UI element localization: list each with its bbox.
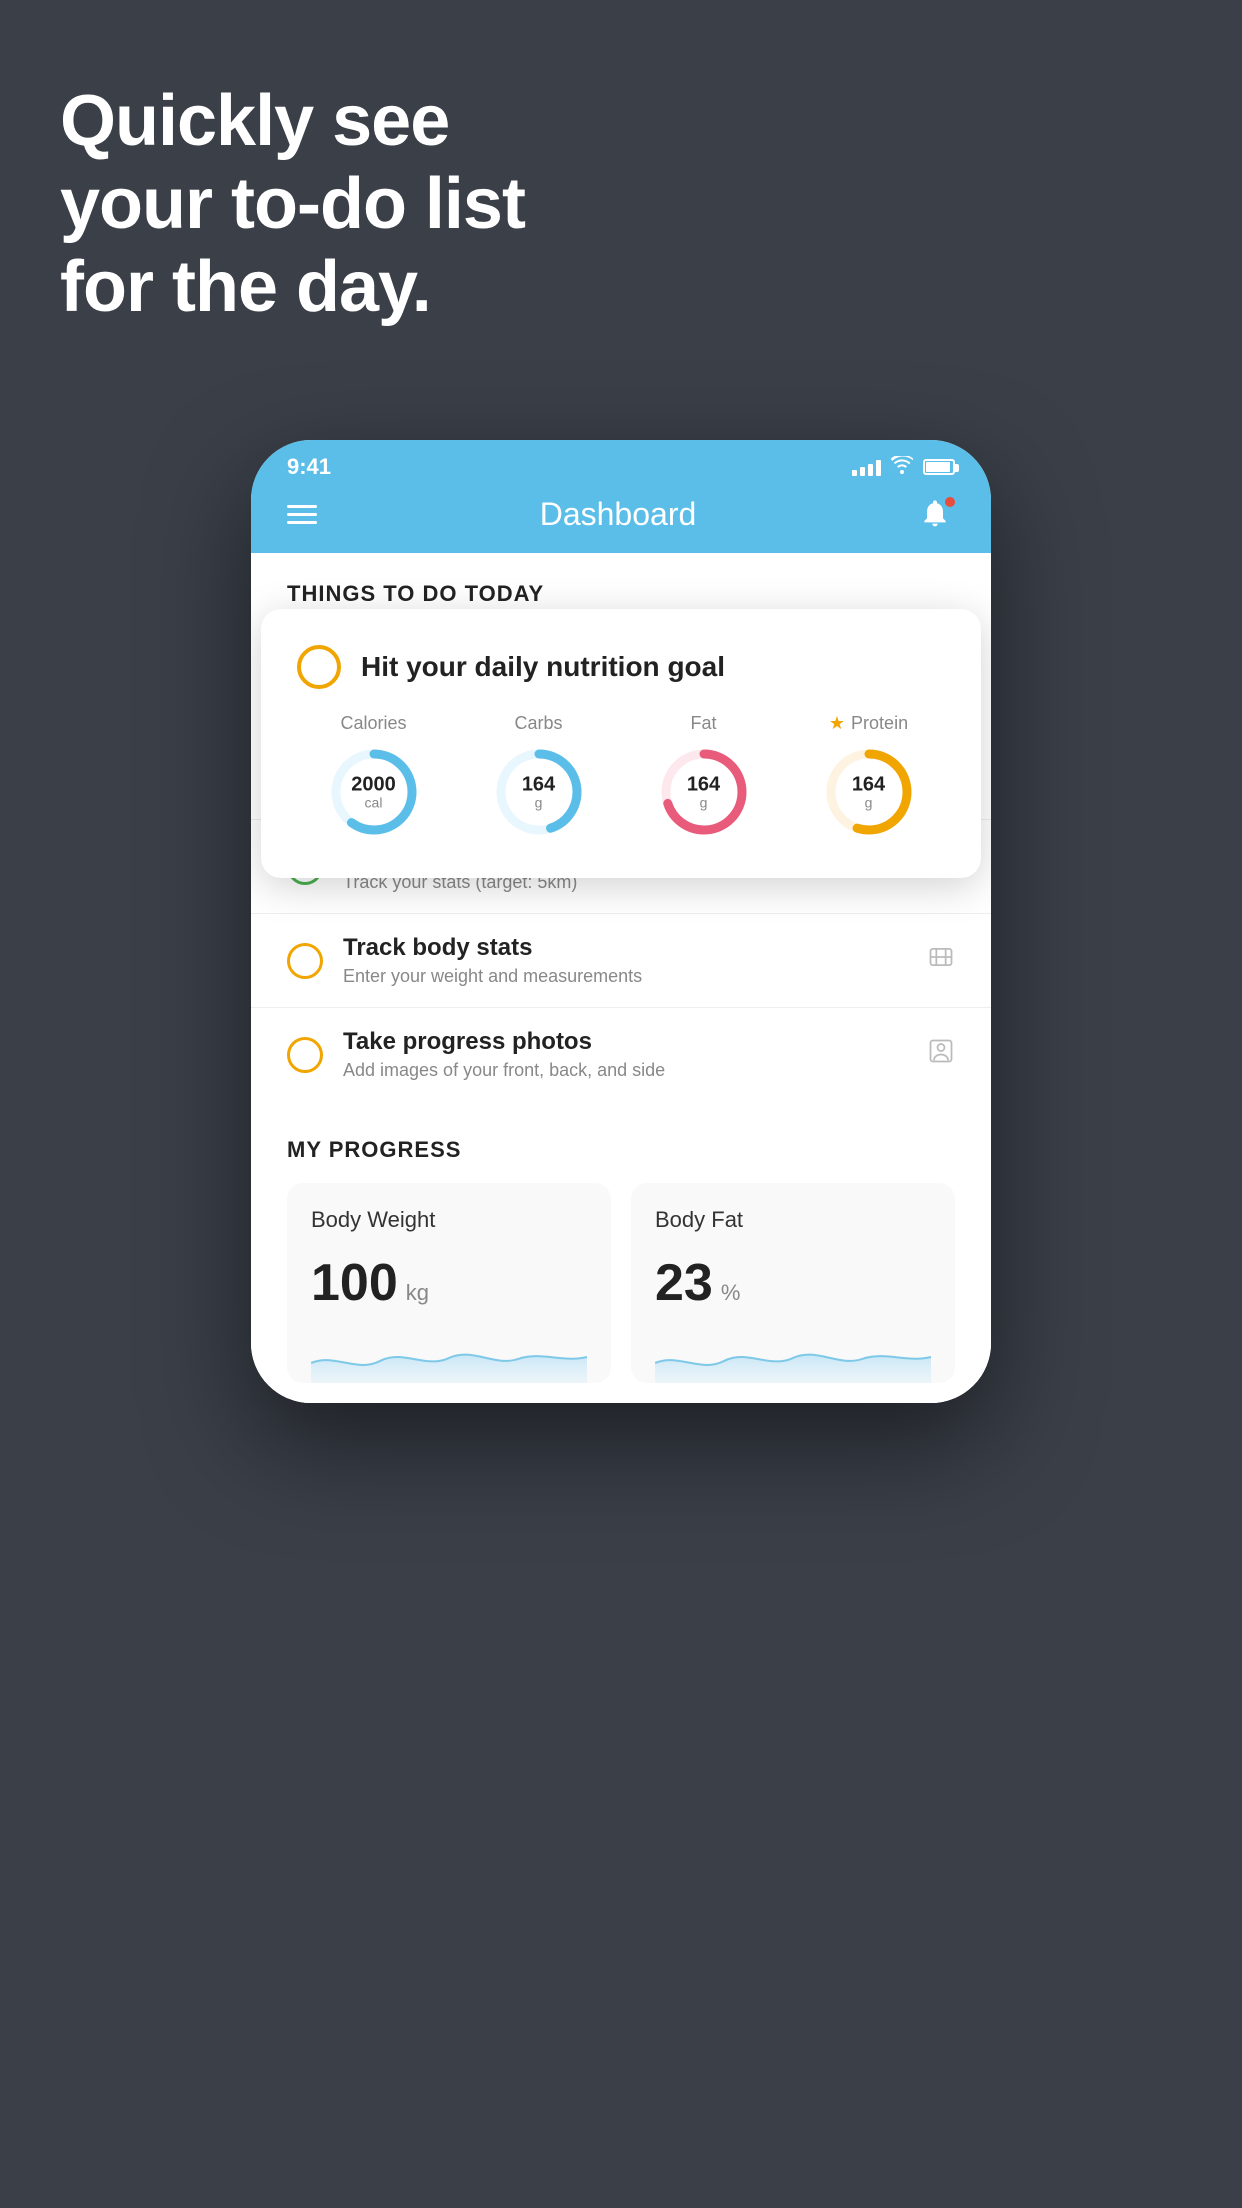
nutrition-label: Fat (690, 713, 716, 734)
donut-chart: 164 g (489, 742, 589, 842)
phone-content: THINGS TO DO TODAY Hit your daily nutrit… (251, 553, 991, 1403)
todo-subtitle: Add images of your front, back, and side (343, 1060, 907, 1081)
todo-text: Track body stats Enter your weight and m… (343, 934, 907, 987)
star-icon: ★ (829, 713, 845, 734)
nutrition-label: Carbs (514, 713, 562, 734)
progress-card-title: Body Weight (311, 1207, 587, 1233)
progress-value: 23 (655, 1253, 713, 1313)
todo-title: Track body stats (343, 934, 907, 962)
todo-circle (287, 1037, 323, 1073)
card-title: Hit your daily nutrition goal (361, 651, 725, 683)
todo-item[interactable]: Take progress photos Add images of your … (251, 1007, 991, 1101)
progress-card-title: Body Fat (655, 1207, 931, 1233)
wifi-icon (891, 456, 913, 479)
floating-card: Hit your daily nutrition goal Calories 2… (261, 609, 981, 878)
donut-chart: 164 g (819, 742, 919, 842)
hero-line2: your to-do list (60, 163, 525, 246)
nutrition-label: Calories (340, 713, 406, 734)
todo-action-icon (927, 943, 955, 978)
progress-title: MY PROGRESS (287, 1137, 955, 1163)
todo-area: Hit your daily nutrition goal Calories 2… (251, 619, 991, 1101)
progress-unit: % (721, 1280, 741, 1306)
battery-icon (923, 459, 955, 475)
notification-dot (945, 497, 955, 507)
todo-subtitle: Enter your weight and measurements (343, 966, 907, 987)
progress-section: MY PROGRESS Body Weight 100 kg Body Fat (251, 1101, 991, 1403)
nutrition-item: Carbs 164 g (489, 713, 589, 842)
donut-chart: 164 g (654, 742, 754, 842)
todo-action-icon (927, 1037, 955, 1072)
donut-chart: 2000 cal (324, 742, 424, 842)
card-circle-check (297, 645, 341, 689)
todo-item[interactable]: Track body stats Enter your weight and m… (251, 913, 991, 1007)
progress-card[interactable]: Body Fat 23 % (631, 1183, 955, 1383)
nutrition-goals: Calories 2000 cal Carbs 164 g (297, 713, 945, 842)
progress-value: 100 (311, 1253, 398, 1313)
progress-card[interactable]: Body Weight 100 kg (287, 1183, 611, 1383)
hero-line1: Quickly see (60, 80, 525, 163)
nutrition-item: Calories 2000 cal (324, 713, 424, 842)
bell-button[interactable] (919, 497, 955, 533)
todo-title: Take progress photos (343, 1028, 907, 1056)
hero-line3: for the day. (60, 246, 525, 329)
progress-chart (311, 1333, 587, 1383)
todo-text: Take progress photos Add images of your … (343, 1028, 907, 1081)
nav-title: Dashboard (540, 496, 697, 533)
todo-circle (287, 943, 323, 979)
hamburger-menu[interactable] (287, 505, 317, 524)
signal-icon (852, 458, 881, 476)
nutrition-item: ★ Protein 164 g (819, 713, 919, 842)
progress-chart (655, 1333, 931, 1383)
status-time: 9:41 (287, 454, 331, 480)
status-bar: 9:41 (251, 440, 991, 486)
nutrition-item: Fat 164 g (654, 713, 754, 842)
card-title-row: Hit your daily nutrition goal (297, 645, 945, 689)
nutrition-label: ★ Protein (829, 713, 908, 734)
progress-cards: Body Weight 100 kg Body Fat 23 % (287, 1183, 955, 1383)
status-icons (852, 456, 955, 479)
nav-bar: Dashboard (251, 486, 991, 553)
hero-text: Quickly see your to-do list for the day. (60, 80, 525, 328)
progress-unit: kg (406, 1280, 429, 1306)
phone-mockup: 9:41 Dashboard (251, 440, 991, 1403)
